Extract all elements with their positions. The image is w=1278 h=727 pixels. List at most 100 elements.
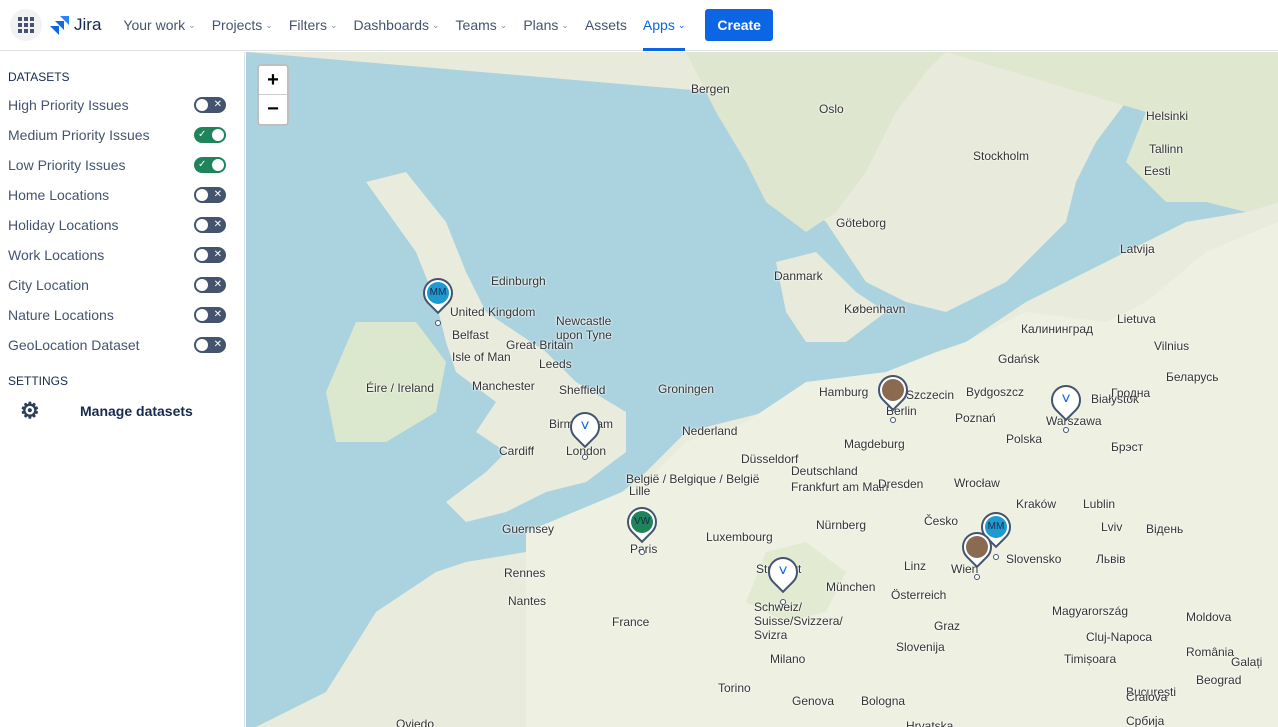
toggle-knob bbox=[196, 339, 208, 351]
map[interactable]: Bergen Oslo Stockholm Helsinki Tallinn Eesti G… bbox=[246, 52, 1278, 727]
map-marker-photo[interactable] bbox=[955, 525, 999, 580]
dataset-label: High Priority Issues bbox=[8, 97, 129, 113]
map-label: Great Britain bbox=[506, 338, 574, 352]
manage-datasets-button[interactable]: ⚙ Manage datasets bbox=[0, 396, 244, 426]
zoom-out-button[interactable]: − bbox=[259, 95, 287, 124]
map-label: Slovenija bbox=[896, 640, 945, 654]
nav-filters[interactable]: Filters ⌄ bbox=[289, 0, 338, 51]
map-label: Hamburg bbox=[819, 385, 869, 399]
map-label: France bbox=[612, 615, 650, 629]
toggle-knob bbox=[196, 189, 208, 201]
nav-teams[interactable]: Teams ⌄ bbox=[456, 0, 508, 51]
map-label: Manchester bbox=[472, 379, 535, 393]
map-label: Lviv bbox=[1101, 520, 1123, 534]
toggle-knob bbox=[212, 159, 224, 171]
check-icon: ✓ bbox=[198, 159, 207, 170]
marker-anchor bbox=[993, 554, 999, 560]
map-marker-avatar[interactable]: VW bbox=[620, 500, 664, 555]
map-label: Hrvatska bbox=[906, 719, 954, 727]
nav-label: Assets bbox=[584, 17, 627, 33]
dataset-label: GeoLocation Dataset bbox=[8, 337, 140, 353]
map-marker-chevron[interactable]: ˅ bbox=[563, 405, 607, 460]
product-name: Jira bbox=[74, 15, 102, 34]
dataset-toggle[interactable]: ✕ bbox=[194, 337, 226, 353]
map-label: Wrocław bbox=[954, 476, 1000, 490]
nav-apps[interactable]: Apps ⌄ bbox=[642, 0, 686, 51]
dataset-toggle[interactable]: ✕ bbox=[194, 277, 226, 293]
create-button[interactable]: Create bbox=[705, 9, 773, 41]
nav-label: Projects bbox=[211, 17, 263, 33]
chevron-down-icon: ˅ bbox=[1055, 389, 1077, 411]
dataset-row: GeoLocation Dataset ✕ bbox=[0, 330, 244, 360]
chevron-down-icon: ⌄ bbox=[432, 19, 440, 30]
map-label: Eesti bbox=[1144, 164, 1171, 178]
map-label: België / Belgique / België bbox=[626, 472, 760, 486]
map-label: Schweiz/ Suisse/Svizzera/ Svizra bbox=[754, 600, 843, 642]
map-label: Milano bbox=[770, 652, 806, 666]
marker-anchor bbox=[974, 574, 980, 580]
map-marker-photo[interactable] bbox=[871, 368, 915, 423]
map-marker-avatar[interactable]: MM bbox=[416, 271, 460, 326]
dataset-toggle[interactable]: ✕ bbox=[194, 187, 226, 203]
map-label: Калининград bbox=[1021, 322, 1094, 336]
x-icon: ✕ bbox=[213, 249, 222, 260]
nav-dashboards[interactable]: Dashboards ⌄ bbox=[354, 0, 440, 51]
map-marker-chevron[interactable]: ˅ bbox=[1044, 378, 1088, 433]
jira-logo[interactable]: Jira bbox=[48, 15, 101, 35]
marker-anchor bbox=[639, 549, 645, 555]
map-label: Nürnberg bbox=[816, 518, 867, 532]
map-label: Genova bbox=[792, 694, 835, 708]
nav-label: Apps bbox=[642, 17, 675, 33]
map-label: Düsseldorf bbox=[741, 452, 799, 466]
dataset-toggle[interactable]: ✕ bbox=[194, 217, 226, 233]
map-label: Відень bbox=[1146, 522, 1184, 536]
nav-your-work[interactable]: Your work ⌄ bbox=[123, 0, 195, 51]
map-label: Nederland bbox=[682, 424, 738, 438]
map-label: Lille bbox=[629, 484, 651, 498]
app-switcher-icon[interactable] bbox=[10, 9, 42, 41]
map-label: Oviedo bbox=[396, 717, 435, 727]
nav-label: Plans bbox=[523, 17, 559, 33]
dataset-toggle[interactable]: ✓ bbox=[194, 127, 226, 143]
top-navigation: Jira Your work ⌄ Projects ⌄ Filters ⌄ Dashb… bbox=[0, 0, 1278, 51]
map-label: Львів bbox=[1096, 552, 1126, 566]
toggle-knob bbox=[196, 249, 208, 261]
map-label: Éire / Ireland bbox=[366, 381, 435, 395]
dataset-label: Holiday Locations bbox=[8, 217, 119, 233]
dataset-label: Nature Locations bbox=[8, 307, 114, 323]
zoom-in-button[interactable]: + bbox=[259, 66, 287, 95]
dataset-label: City Location bbox=[8, 277, 89, 293]
avatar: MM bbox=[427, 282, 449, 304]
x-icon: ✕ bbox=[213, 219, 222, 230]
nav-projects[interactable]: Projects ⌄ bbox=[212, 0, 273, 51]
dataset-label: Home Locations bbox=[8, 187, 110, 203]
dataset-toggle[interactable]: ✕ bbox=[194, 247, 226, 263]
map-label: Graz bbox=[934, 619, 961, 633]
nav-assets[interactable]: Assets bbox=[585, 0, 627, 51]
map-label: Torino bbox=[718, 681, 751, 695]
avatar: VW bbox=[631, 511, 653, 533]
map-label: Beograd bbox=[1196, 673, 1242, 687]
map-label: Frankfurt am Main bbox=[791, 480, 889, 494]
dataset-toggle[interactable]: ✕ bbox=[194, 97, 226, 113]
x-icon: ✕ bbox=[213, 189, 222, 200]
toggle-knob bbox=[196, 99, 208, 111]
toggle-knob bbox=[196, 279, 208, 291]
dataset-row: Work Locations ✕ bbox=[0, 240, 244, 270]
map-label: Nantes bbox=[508, 594, 547, 608]
map-label: Cluj-Napoca bbox=[1086, 630, 1153, 644]
dataset-toggle[interactable]: ✕ bbox=[194, 307, 226, 323]
map-marker-chevron[interactable]: ˅ bbox=[761, 550, 805, 605]
marker-anchor bbox=[1063, 427, 1069, 433]
map-label: Slovensko bbox=[1006, 552, 1062, 566]
map-label: Cardiff bbox=[499, 444, 535, 458]
marker-anchor bbox=[890, 417, 896, 423]
marker-anchor bbox=[780, 599, 786, 605]
nav-plans[interactable]: Plans ⌄ bbox=[523, 0, 569, 51]
dataset-label: Work Locations bbox=[8, 247, 105, 263]
map-label: Isle of Man bbox=[452, 350, 511, 364]
map-label: Szczecin bbox=[906, 388, 955, 402]
dataset-toggle[interactable]: ✓ bbox=[194, 157, 226, 173]
map-label: Bergen bbox=[691, 82, 730, 96]
map-label: Lublin bbox=[1083, 497, 1116, 511]
